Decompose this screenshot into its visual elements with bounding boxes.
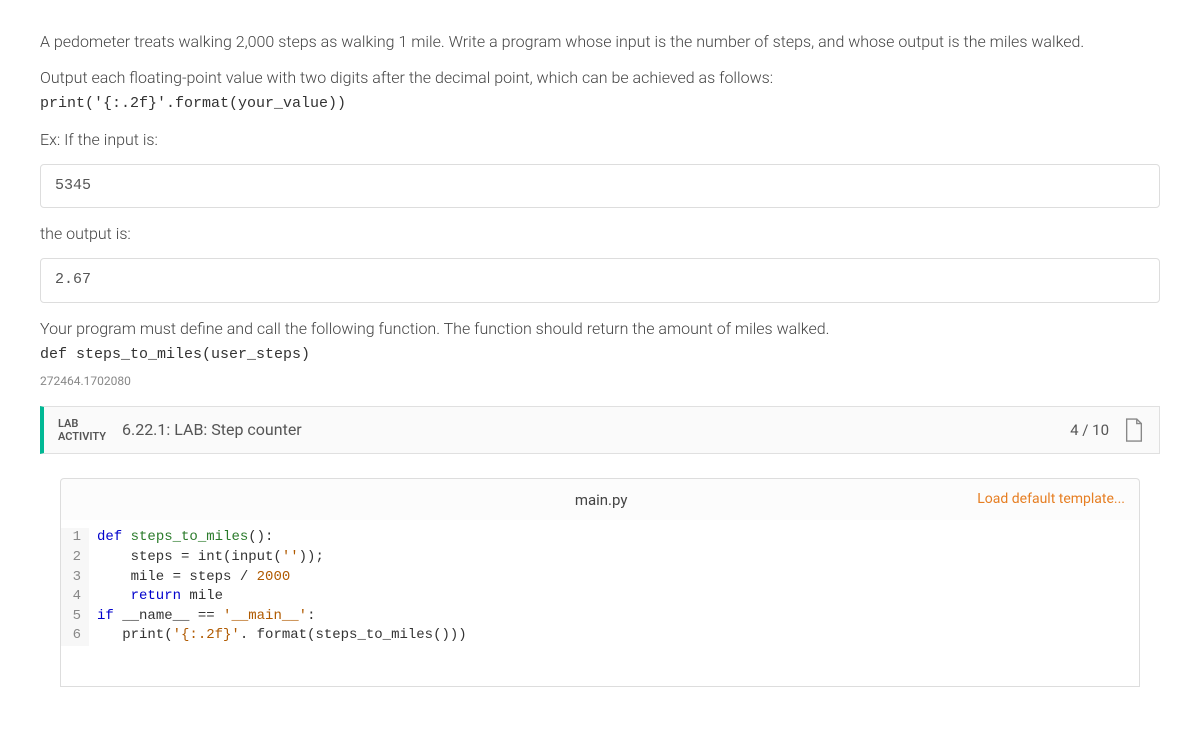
problem-statement: A pedometer treats walking 2,000 steps a… (40, 30, 1160, 152)
code-hint: print('{:.2f}'.format(your_value)) (40, 95, 346, 112)
line-number: 6 (61, 626, 89, 646)
example-input-label: Ex: If the input is: (40, 128, 1160, 152)
example-input-box: 5345 (40, 164, 1160, 209)
file-tab[interactable]: main.py (225, 489, 977, 512)
line-number: 2 (61, 548, 89, 568)
lab-header-left: LAB ACTIVITY 6.22.1: LAB: Step counter (58, 417, 302, 443)
example-output-box: 2.67 (40, 258, 1160, 303)
lab-title: 6.22.1: LAB: Step counter (122, 418, 302, 442)
line-number: 4 (61, 587, 89, 607)
lab-activity-label: LAB ACTIVITY (58, 417, 106, 443)
watermark-id: 272464.1702080 (40, 372, 1160, 390)
load-default-template-link[interactable]: Load default template... (977, 489, 1125, 510)
problem-para-1: A pedometer treats walking 2,000 steps a… (40, 30, 1160, 54)
code-editor-wrap: main.py Load default template... 1 def s… (40, 478, 1160, 687)
required-function-def: def steps_to_miles(user_steps) (40, 346, 310, 363)
problem-para-2: Output each floating-point value with tw… (40, 66, 1160, 116)
lab-header-right: 4 / 10 (1070, 417, 1145, 443)
code-editor[interactable]: 1 def steps_to_miles(): 2 steps = int(in… (60, 520, 1140, 687)
example-output-label: the output is: (40, 222, 1160, 246)
line-number: 3 (61, 568, 89, 588)
document-icon[interactable] (1123, 417, 1145, 443)
editor-tab-bar: main.py Load default template... (60, 478, 1140, 520)
line-number: 5 (61, 607, 89, 627)
lab-header: LAB ACTIVITY 6.22.1: LAB: Step counter 4… (40, 406, 1160, 454)
line-number: 1 (61, 528, 89, 548)
score-display: 4 / 10 (1070, 419, 1109, 442)
problem-para-3: Your program must define and call the fo… (40, 317, 1160, 367)
